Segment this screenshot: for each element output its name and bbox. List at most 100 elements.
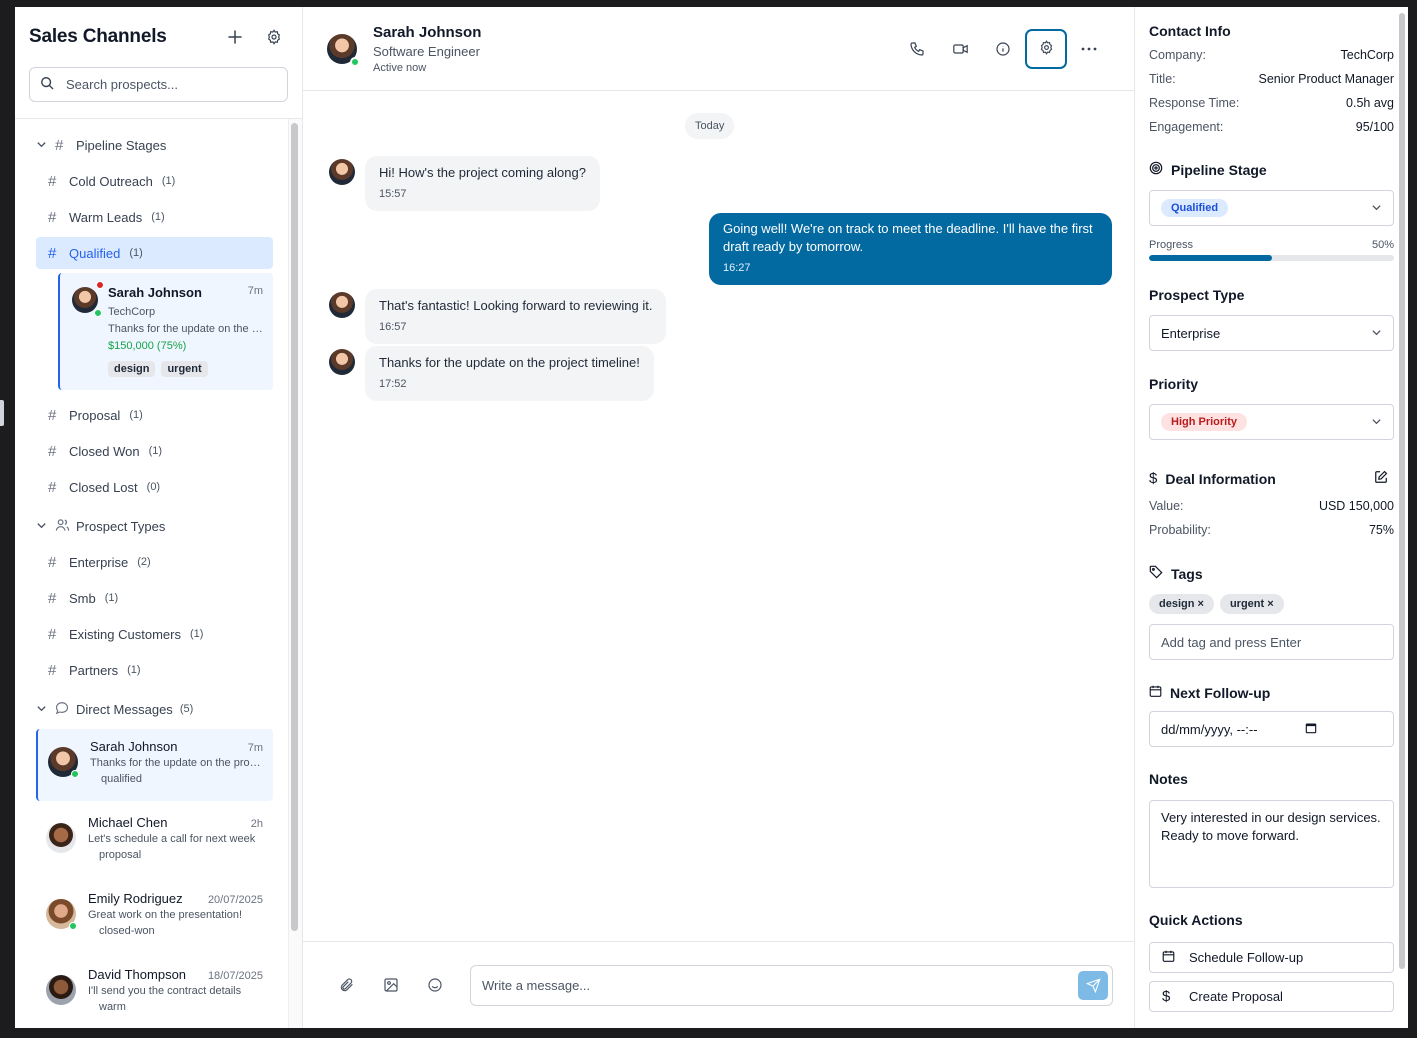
sidebar-item-count: (1)	[104, 592, 119, 604]
message-bubble: Hi! How's the project coming along? 15:5…	[365, 156, 600, 211]
message-time: 17:52	[379, 378, 407, 390]
sidebar-item-existing-customers[interactable]: # Existing Customers (1)	[36, 618, 273, 650]
send-icon[interactable]	[1078, 970, 1108, 1000]
composer	[303, 941, 1134, 1028]
sidebar-item-qualified[interactable]: # Qualified (1)	[36, 237, 273, 269]
more-icon[interactable]	[1068, 29, 1110, 69]
search-input[interactable]	[66, 77, 266, 92]
message-outgoing: Going well! We're on track to meet the d…	[709, 213, 1112, 285]
hash-icon: #	[48, 172, 57, 190]
dm-item[interactable]: Michael Chen 2h Let's schedule a call for…	[36, 805, 273, 877]
deal-value: USD 150,000	[1318, 499, 1394, 513]
followup-heading: Next Follow-up	[1149, 684, 1394, 701]
avatar	[327, 33, 360, 67]
sidebar-item-proposal[interactable]: # Proposal (1)	[36, 399, 273, 431]
button-label: Create Proposal	[1189, 989, 1283, 1004]
prospect-tag: urgent	[161, 361, 208, 377]
plus-icon[interactable]	[221, 23, 249, 51]
section-prospect-types[interactable]: Prospect Types	[36, 514, 288, 538]
prospect-type-select[interactable]: Enterprise	[1149, 315, 1394, 351]
sidebar-item-count: (1)	[127, 664, 141, 676]
hash-icon: #	[55, 136, 64, 154]
progress-label: Progress	[1149, 239, 1194, 251]
avatar	[46, 899, 77, 930]
settings-button[interactable]	[1025, 28, 1067, 69]
priority-select[interactable]: High Priority	[1149, 404, 1394, 440]
section-pipeline-stages[interactable]: # Pipeline Stages	[36, 133, 288, 157]
create-proposal-button[interactable]: $ Create Proposal	[1149, 981, 1394, 1012]
online-indicator	[94, 309, 102, 317]
sidebar-item-count: (1)	[189, 628, 204, 640]
pipeline-stage-select[interactable]: Qualified	[1149, 190, 1394, 226]
panel-scrollbar[interactable]	[1399, 13, 1405, 969]
sidebar-item-closed-lost[interactable]: # Closed Lost (0)	[36, 471, 273, 503]
progress-value: 50%	[1371, 239, 1394, 251]
deal-key: Value:	[1149, 499, 1184, 513]
notes-textarea[interactable]: Very interested in our design services. …	[1149, 800, 1394, 888]
message-text: Thanks for the update on the project tim…	[379, 355, 640, 370]
dollar-icon: $	[1149, 470, 1158, 487]
sidebar-item-warm-leads[interactable]: # Warm Leads (1)	[36, 201, 273, 233]
hash-icon: #	[48, 442, 57, 460]
gear-icon[interactable]	[260, 23, 288, 51]
contact-value: 0.5h avg	[1346, 96, 1394, 110]
deal-key: Probability:	[1149, 523, 1211, 537]
online-indicator	[71, 770, 79, 778]
dm-snippet: Great work on the presentation!	[88, 909, 243, 921]
hash-icon: #	[48, 244, 57, 262]
window-edge-handle	[0, 400, 4, 426]
tag-chip[interactable]: urgent ×	[1219, 594, 1284, 614]
prospect-card[interactable]: Sarah Johnson 7m TechCorp Thanks for the …	[58, 273, 273, 390]
hash-icon: #	[48, 208, 57, 226]
sidebar-item-smb[interactable]: # Smb (1)	[36, 582, 273, 614]
add-tag-input[interactable]: Add tag and press Enter	[1149, 624, 1394, 660]
contact-value: TechCorp	[1340, 48, 1395, 62]
unread-indicator	[96, 281, 104, 289]
message-incoming: Hi! How's the project coming along? 15:5…	[329, 156, 600, 211]
sidebar-scrollbar[interactable]	[291, 123, 298, 931]
schedule-followup-button[interactable]: Schedule Follow-up	[1149, 942, 1394, 973]
video-icon[interactable]	[939, 29, 981, 69]
contact-key: Response Time:	[1149, 96, 1240, 110]
prospect-company: TechCorp	[108, 306, 156, 318]
avatar	[329, 292, 355, 318]
dm-item[interactable]: Sarah Johnson 7m Thanks for the update on…	[36, 729, 273, 801]
hash-icon: #	[48, 625, 57, 643]
image-icon[interactable]	[373, 967, 409, 1003]
avatar	[329, 349, 355, 375]
smile-icon[interactable]	[417, 967, 453, 1003]
followup-datetime-input[interactable]: dd/mm/yyyy, --:--	[1149, 711, 1394, 747]
info-icon[interactable]	[982, 29, 1024, 69]
sidebar-item-enterprise[interactable]: # Enterprise (2)	[36, 546, 273, 578]
select-value: Enterprise	[1161, 325, 1221, 341]
sidebar-item-label: Qualified	[69, 245, 121, 261]
hash-icon: #	[48, 589, 57, 607]
dm-time: 18/07/2025	[207, 970, 263, 982]
online-indicator	[69, 922, 77, 930]
search-box[interactable]	[29, 67, 288, 102]
calendar-icon	[1149, 684, 1162, 701]
avatar	[48, 747, 79, 778]
section-direct-messages[interactable]: Direct Messages (5)	[36, 697, 288, 721]
edit-icon[interactable]	[1374, 470, 1388, 487]
message-input-box[interactable]	[470, 964, 1113, 1006]
tag-chip[interactable]: design ×	[1149, 594, 1214, 614]
sidebar-item-closed-won[interactable]: # Closed Won (1)	[36, 435, 273, 467]
sidebar-item-cold-outreach[interactable]: # Cold Outreach (1)	[36, 165, 273, 197]
notes-heading: Notes	[1149, 771, 1188, 787]
phone-icon[interactable]	[896, 29, 938, 69]
dm-stage: closed-won	[99, 925, 155, 937]
contact-row: Title: Senior Product Manager	[1149, 72, 1394, 86]
calendar-icon[interactable]	[1305, 722, 1317, 737]
dm-item[interactable]: Emily Rodriguez 20/07/2025 Great work on …	[36, 881, 273, 953]
paperclip-icon[interactable]	[329, 967, 365, 1003]
tags-heading: Tags	[1149, 565, 1394, 582]
sidebar-item-partners[interactable]: # Partners (1)	[36, 654, 273, 686]
message-input[interactable]	[482, 977, 1078, 993]
contact-value: Senior Product Manager	[1258, 72, 1395, 86]
progress-fill	[1149, 255, 1272, 261]
dm-item[interactable]: David Thompson 18/07/2025 I'll send you t…	[36, 957, 273, 1028]
contact-row: Engagement: 95/100	[1149, 120, 1394, 134]
dm-snippet: Thanks for the update on the project tim…	[90, 757, 263, 769]
deal-value: 75%	[1368, 523, 1394, 537]
